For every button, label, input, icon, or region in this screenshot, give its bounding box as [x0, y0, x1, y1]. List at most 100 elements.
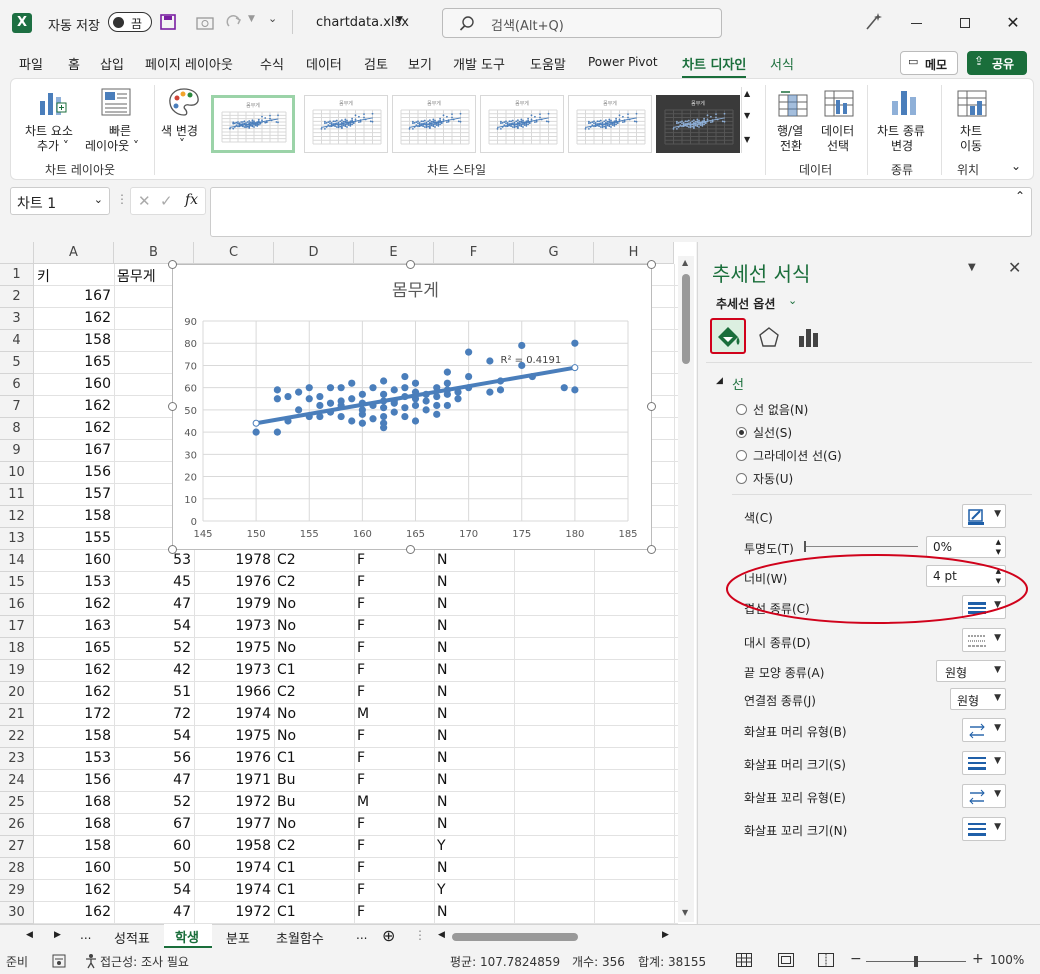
cell-b24[interactable]: 47 [114, 772, 194, 792]
tab-help[interactable]: 도움말 [530, 54, 566, 73]
scroll-up-icon[interactable]: ▲ [744, 89, 750, 98]
cell-e18[interactable]: F [354, 640, 434, 660]
cell-a28[interactable]: 160 [34, 860, 114, 880]
cell-c16[interactable]: 1979 [194, 596, 274, 616]
cell-e26[interactable]: F [354, 816, 434, 836]
cell-c23[interactable]: 1976 [194, 750, 274, 770]
tabs-splitter-icon[interactable]: ⋮ [414, 928, 426, 942]
column-header-g[interactable]: G [514, 242, 594, 264]
row-header[interactable]: 7 [0, 396, 34, 418]
fill-line-tab[interactable] [710, 318, 746, 354]
row-header[interactable]: 5 [0, 352, 34, 374]
cell-e28[interactable]: F [354, 860, 434, 880]
cell-a8[interactable]: 162 [34, 420, 114, 440]
cell-e30[interactable]: F [354, 904, 434, 924]
row-header[interactable]: 26 [0, 814, 34, 836]
end-arrow-type-dropdown[interactable]: ▼ [962, 784, 1006, 808]
cell-b15[interactable]: 45 [114, 574, 194, 594]
macro-record-icon[interactable] [52, 954, 66, 968]
cell-e15[interactable]: F [354, 574, 434, 594]
chart-style-5[interactable]: 몸무게 [568, 95, 652, 153]
radio-automatic[interactable] [736, 473, 747, 484]
hscroll-left-icon[interactable]: ◀ [438, 930, 445, 940]
page-layout-view-icon[interactable] [778, 953, 794, 967]
chart-resize-handle[interactable] [406, 260, 415, 269]
zoom-slider-thumb[interactable] [914, 956, 918, 967]
cell-c26[interactable]: 1977 [194, 816, 274, 836]
cell-b29[interactable]: 54 [114, 882, 194, 902]
cell-d16[interactable]: No [274, 596, 354, 616]
accessibility-icon[interactable] [84, 953, 98, 969]
tab-format[interactable]: 서식 [770, 54, 794, 73]
zoom-in-icon[interactable]: + [972, 951, 984, 967]
radio-no-line-label[interactable]: 선 없음(N) [753, 401, 808, 418]
cell-e29[interactable]: F [354, 882, 434, 902]
tab-chart-design[interactable]: 차트 디자인 [682, 54, 747, 79]
tab-insert[interactable]: 삽입 [100, 54, 124, 73]
cell-a21[interactable]: 172 [34, 706, 114, 726]
row-header[interactable]: 4 [0, 330, 34, 352]
cell-f30[interactable]: N [434, 904, 514, 924]
tab-formulas[interactable]: 수식 [260, 54, 284, 73]
horizontal-scrollbar-thumb[interactable] [452, 933, 578, 941]
cell-f16[interactable]: N [434, 596, 514, 616]
zoom-level[interactable]: 100% [990, 953, 1024, 967]
chart-resize-handle[interactable] [406, 545, 415, 554]
select-data-button[interactable]: 데이터 선택 [817, 83, 861, 155]
chart-resize-handle[interactable] [168, 260, 177, 269]
outline-color-picker[interactable]: ▼ [962, 504, 1006, 528]
worksheet-grid[interactable]: ABCDEFGH 1 키 몸무게 2 167 3 162 4 158 5 165 6 160 7 162 8 1… [0, 242, 696, 924]
cell-d26[interactable]: No [274, 816, 354, 836]
cell-f29[interactable]: Y [434, 882, 514, 902]
cell-b27[interactable]: 60 [114, 838, 194, 858]
row-header[interactable]: 1 [0, 264, 34, 286]
status-sum[interactable]: 합계: 38155 [638, 953, 706, 970]
search-box[interactable]: 검색(Alt+Q) [442, 8, 722, 38]
cell-a1[interactable]: 키 [34, 266, 114, 286]
zoom-slider[interactable] [866, 956, 966, 967]
camera-icon[interactable] [196, 14, 214, 30]
switch-row-column-button[interactable]: 행/열 전환 [771, 83, 815, 155]
enter-icon[interactable]: ✓ [160, 192, 173, 210]
select-all-corner[interactable] [0, 242, 34, 264]
cell-d17[interactable]: No [274, 618, 354, 638]
customize-toolbar-icon[interactable]: ⌄ [268, 12, 277, 25]
share-button[interactable]: ⇪ 공유 [967, 51, 1027, 75]
file-name-dropdown-icon[interactable]: ▼ [396, 15, 403, 25]
column-header-f[interactable]: F [434, 242, 514, 264]
row-header[interactable]: 27 [0, 836, 34, 858]
row-header[interactable]: 15 [0, 572, 34, 594]
column-header-b[interactable]: B [114, 242, 194, 264]
cell-a24[interactable]: 156 [34, 772, 114, 792]
chart-style-2[interactable]: 몸무게 [304, 95, 388, 153]
cell-f18[interactable]: N [434, 640, 514, 660]
cell-d29[interactable]: C1 [274, 882, 354, 902]
cell-a12[interactable]: 158 [34, 508, 114, 528]
column-header-h[interactable]: H [594, 242, 674, 264]
cell-f21[interactable]: N [434, 706, 514, 726]
row-header[interactable]: 18 [0, 638, 34, 660]
scroll-down-icon[interactable]: ▼ [744, 111, 750, 120]
cell-c22[interactable]: 1975 [194, 728, 274, 748]
memo-button[interactable]: ▭ 메모 [900, 51, 958, 75]
column-header-c[interactable]: C [194, 242, 274, 264]
pane-close-icon[interactable]: ✕ [1008, 258, 1021, 277]
cell-c28[interactable]: 1974 [194, 860, 274, 880]
chart-resize-handle[interactable] [168, 545, 177, 554]
cell-f28[interactable]: N [434, 860, 514, 880]
scrollbar-thumb[interactable] [682, 274, 690, 364]
cell-a25[interactable]: 168 [34, 794, 114, 814]
collapse-ribbon-icon[interactable]: ⌄ [1011, 159, 1021, 173]
transparency-slider-thumb[interactable] [804, 541, 806, 552]
cell-d23[interactable]: C1 [274, 750, 354, 770]
row-header[interactable]: 17 [0, 616, 34, 638]
name-box[interactable]: 차트 1 ⌄ [10, 187, 110, 215]
cell-a4[interactable]: 158 [34, 332, 114, 352]
formula-input[interactable]: ⌃ [210, 187, 1032, 237]
cell-c24[interactable]: 1971 [194, 772, 274, 792]
row-header[interactable]: 14 [0, 550, 34, 572]
cell-a17[interactable]: 163 [34, 618, 114, 638]
row-header[interactable]: 2 [0, 286, 34, 308]
cell-d22[interactable]: No [274, 728, 354, 748]
cell-c30[interactable]: 1972 [194, 904, 274, 924]
